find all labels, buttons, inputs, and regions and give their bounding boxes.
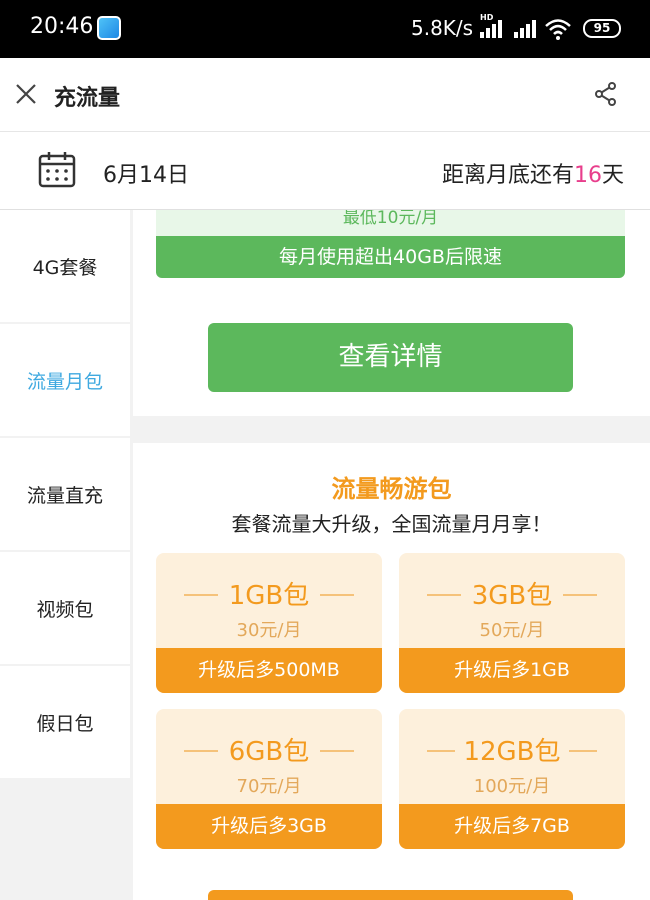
package-card-6gb[interactable]: 6GB包 70元/月 升级后多3GB <box>156 709 382 849</box>
sidebar-item-monthly-data[interactable]: 流量月包 <box>0 324 130 436</box>
days-remaining-suffix: 天 <box>601 163 624 188</box>
app-header: 充流量 <box>0 58 650 132</box>
package-card-12gb[interactable]: 12GB包 100元/月 升级后多7GB <box>399 709 625 849</box>
sidebar-item-4g-plan[interactable]: 4G套餐 <box>0 210 130 322</box>
wifi-icon <box>545 19 571 40</box>
date-bar: 6月14日 距离月底还有16天 <box>0 132 650 210</box>
current-date: 6月14日 <box>103 163 189 188</box>
package-price: 100元/月 <box>473 776 551 797</box>
china-mobile-icon <box>97 16 121 40</box>
category-sidebar: 4G套餐 流量月包 流量直充 视频包 假日包 <box>0 210 130 900</box>
package-price: 70元/月 <box>236 776 302 797</box>
speed-limit-note: 每月使用超出40GB后限速 <box>156 236 625 278</box>
min-price-label: 最低10元/月 <box>156 210 625 236</box>
travel-pack-card: 流量畅游包 套餐流量大升级，全国流量月月享！ 1GB包 30元/月 升级后多50… <box>133 443 650 900</box>
sidebar-item-holiday-pack[interactable]: 假日包 <box>0 666 130 778</box>
sidebar-item-data-topup[interactable]: 流量直充 <box>0 438 130 550</box>
travel-pack-subtitle: 套餐流量大升级，全国流量月月享！ <box>231 512 552 536</box>
package-upgrade: 升级后多3GB <box>156 804 382 849</box>
package-upgrade: 升级后多1GB <box>399 648 625 693</box>
travel-pack-title: 流量畅游包 <box>331 475 452 503</box>
package-card-3gb[interactable]: 3GB包 50元/月 升级后多1GB <box>399 553 625 693</box>
view-details-button[interactable]: 查看详情 <box>208 323 573 392</box>
package-upgrade: 升级后多500MB <box>156 648 382 693</box>
calendar-icon <box>38 152 76 188</box>
days-remaining-prefix: 距离月底还有 <box>441 163 574 188</box>
monthly-data-card: 最低10元/月 每月使用超出40GB后限速 查看详情 <box>133 210 650 416</box>
package-name: 3GB包 <box>471 581 553 611</box>
sidebar-item-video-pack[interactable]: 视频包 <box>0 552 130 664</box>
signal-icon <box>514 20 538 38</box>
status-bar: 20:46 5.8K/s HD 95 <box>0 0 650 58</box>
network-speed: 5.8K/s <box>411 16 474 40</box>
package-name: 12GB包 <box>463 737 561 767</box>
content-area[interactable]: 最低10元/月 每月使用超出40GB后限速 查看详情 流量畅游包 套餐流量大升级… <box>133 210 650 900</box>
package-price: 50元/月 <box>479 620 545 641</box>
package-name: 1GB包 <box>228 581 310 611</box>
page-title: 充流量 <box>54 86 121 111</box>
package-card-1gb[interactable]: 1GB包 30元/月 升级后多500MB <box>156 553 382 693</box>
days-remaining-count: 16 <box>573 163 602 188</box>
close-icon[interactable] <box>14 82 38 106</box>
travel-pack-button[interactable] <box>208 890 573 900</box>
battery-icon: 95 <box>583 19 621 38</box>
package-name: 6GB包 <box>228 737 310 767</box>
signal-icon <box>480 20 504 38</box>
days-remaining: 距离月底还有16天 <box>442 157 624 189</box>
package-upgrade: 升级后多7GB <box>399 804 625 849</box>
package-price: 30元/月 <box>236 620 302 641</box>
status-time: 20:46 <box>30 14 94 39</box>
share-icon[interactable] <box>594 82 618 106</box>
